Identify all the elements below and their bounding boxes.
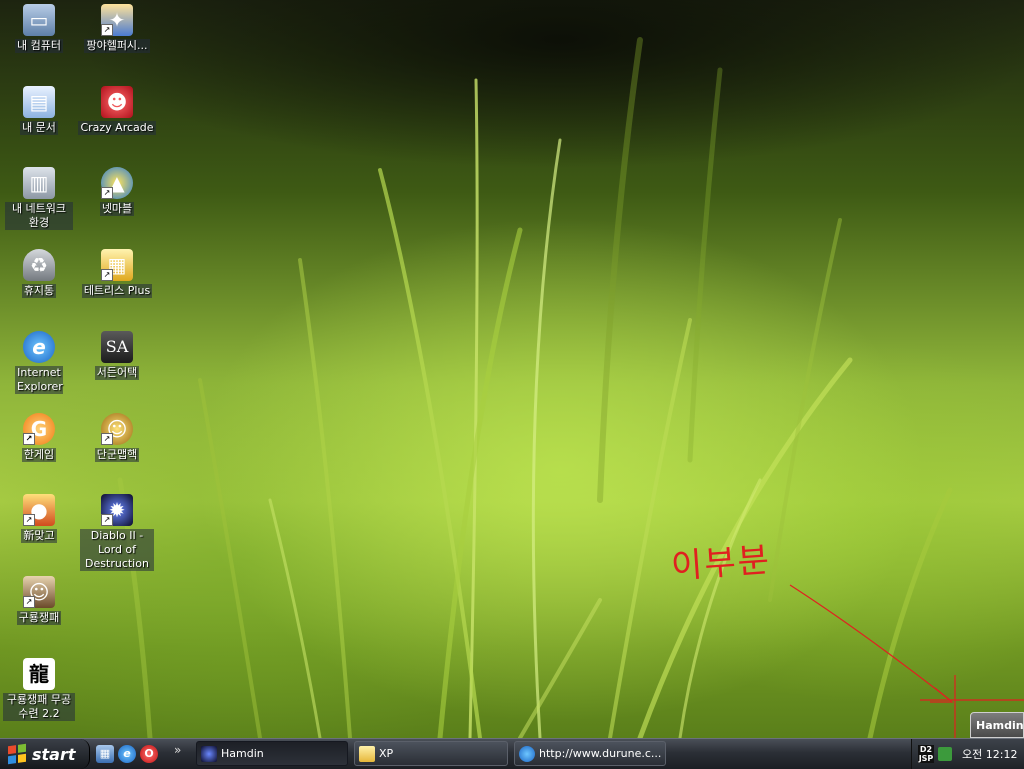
desktop-icon-hangame[interactable]: G ↗ 한게임 — [0, 413, 78, 462]
documents-icon: ▤ — [23, 86, 55, 118]
desktop-icon-crazy-arcade[interactable]: ☻ Crazy Arcade — [78, 86, 156, 135]
desktop-icon-recycle-bin[interactable]: ♻ 휴지통 — [0, 249, 78, 298]
internet-explorer-icon[interactable]: e — [118, 745, 136, 763]
start-label: start — [32, 744, 76, 764]
icon-label: 서든어택 — [94, 366, 140, 380]
matgo-icon: ● ↗ — [23, 494, 55, 526]
taskbar-button-xp[interactable]: XP — [354, 741, 508, 766]
start-button[interactable]: start — [0, 739, 90, 769]
diablo-icon: ✹ ↗ — [101, 494, 133, 526]
icon-label: 단군맵핵 — [94, 448, 140, 462]
icon-label: Internet Explorer — [15, 366, 63, 394]
hamdin-app-icon — [201, 745, 217, 762]
icon-label: Diablo II - Lord of Destruction — [80, 529, 154, 571]
recycle-bin-icon: ♻ — [23, 249, 55, 281]
task-label: http://www.durune.c... — [539, 747, 662, 760]
desktop-icon-dangun-maphack[interactable]: ☺ ↗ 단군맵핵 — [78, 413, 156, 462]
show-desktop-icon[interactable]: ▦ — [96, 745, 114, 763]
desktop-icon-netmarble[interactable]: ▲ ↗ 넷마블 — [78, 167, 156, 216]
desktop-icon-guryong[interactable]: ☺ ↗ 구룡쟁패 — [0, 576, 78, 625]
d2jsp-tray-icon[interactable]: D2 JSP — [918, 745, 934, 763]
netmarble-icon: ▲ ↗ — [101, 167, 133, 199]
shortcut-arrow-icon: ↗ — [23, 596, 35, 608]
shortcut-arrow-icon: ↗ — [101, 269, 113, 281]
desktop-icon-matgo[interactable]: ● ↗ 新맞고 — [0, 494, 78, 543]
tray-popup-hamdin[interactable]: Hamdin — [970, 712, 1024, 738]
desktop-icon-my-documents[interactable]: ▤ 내 문서 — [0, 86, 78, 135]
icon-label: 新맞고 — [21, 529, 57, 543]
desktop-icon-internet-explorer[interactable]: e Internet Explorer — [0, 331, 78, 394]
icon-label: 구룡쟁패 — [16, 611, 62, 625]
desktop-icon-tetris-plus[interactable]: ▦ ↗ 테트리스 Plus — [78, 249, 156, 298]
desktop-icon-pangya-helper[interactable]: ✦ ↗ 팡야헬퍼시... — [78, 4, 156, 53]
taskbar: start ▦ e O » Hamdin XP http://www.durun… — [0, 738, 1024, 769]
quick-launch: ▦ e O — [96, 743, 158, 765]
icon-label: 내 컴퓨터 — [15, 39, 63, 53]
tetris-plus-icon: ▦ ↗ — [101, 249, 133, 281]
desktop-icon-network[interactable]: ▥ 내 네트워크 환경 — [0, 167, 78, 230]
icon-label: 한게임 — [21, 448, 57, 462]
icon-label: 휴지통 — [21, 284, 57, 298]
desktop-icon-diablo[interactable]: ✹ ↗ Diablo II - Lord of Destruction — [78, 494, 156, 571]
task-label: Hamdin — [221, 747, 264, 760]
hangame-icon: G ↗ — [23, 413, 55, 445]
icon-label: 내 문서 — [20, 121, 58, 135]
icon-label: 테트리스 Plus — [81, 284, 153, 298]
desktop-icon-guryong-training[interactable]: 龍 구룡쟁패 무공수련 2.2 — [0, 658, 78, 721]
windows-flag-icon — [8, 743, 26, 765]
crazy-arcade-icon: ☻ — [101, 86, 133, 118]
icon-label: 내 네트워크 환경 — [5, 202, 73, 230]
clock[interactable]: 오전 12:12 — [962, 746, 1017, 762]
network-tray-icon[interactable] — [938, 747, 952, 761]
opera-icon[interactable]: O — [140, 745, 158, 763]
desktop-icon-my-computer[interactable]: ▭ 내 컴퓨터 — [0, 4, 78, 53]
sudden-attack-icon: SA — [101, 331, 133, 363]
computer-icon: ▭ — [23, 4, 55, 36]
shortcut-arrow-icon: ↗ — [101, 24, 113, 36]
shortcut-arrow-icon: ↗ — [101, 433, 113, 445]
icon-label: Crazy Arcade — [78, 121, 156, 135]
taskbar-button-hamdin[interactable]: Hamdin — [196, 741, 348, 766]
icon-label: 넷마블 — [99, 202, 135, 216]
icon-label: 팡야헬퍼시... — [84, 39, 150, 53]
folder-icon — [359, 745, 375, 762]
pangya-helper-icon: ✦ ↗ — [101, 4, 133, 36]
shortcut-arrow-icon: ↗ — [101, 514, 113, 526]
shortcut-arrow-icon: ↗ — [23, 514, 35, 526]
internet-explorer-icon: e — [23, 331, 55, 363]
quick-launch-chevron-icon[interactable]: » — [174, 743, 181, 757]
task-label: XP — [379, 747, 394, 760]
taskbar-button-browser[interactable]: http://www.durune.c... — [514, 741, 666, 766]
system-tray: D2 JSP 오전 12:12 — [911, 739, 1024, 769]
guryong-training-icon: 龍 — [23, 658, 55, 690]
icon-label: 구룡쟁패 무공수련 2.2 — [3, 693, 75, 721]
shortcut-arrow-icon: ↗ — [23, 433, 35, 445]
guryong-icon: ☺ ↗ — [23, 576, 55, 608]
desktop-icon-sudden-attack[interactable]: SA 서든어택 — [78, 331, 156, 380]
desktop: ▭ 내 컴퓨터 ▤ 내 문서 ▥ 내 네트워크 환경 ♻ 휴지통 e Inter… — [0, 0, 1024, 738]
internet-explorer-icon — [519, 745, 535, 762]
dangun-maphack-icon: ☺ ↗ — [101, 413, 133, 445]
shortcut-arrow-icon: ↗ — [101, 187, 113, 199]
network-icon: ▥ — [23, 167, 55, 199]
